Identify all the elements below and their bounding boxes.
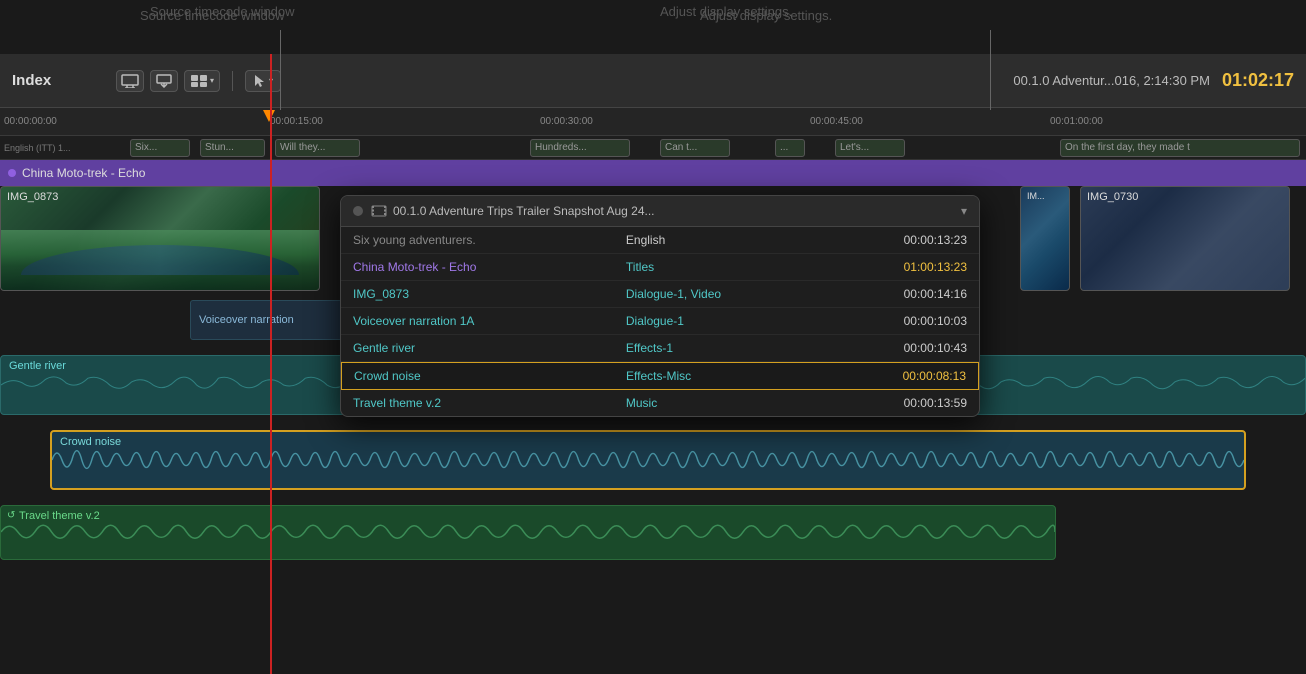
- popup-header: 00.1.0 Adventure Trips Trailer Snapshot …: [341, 196, 979, 227]
- subtitle-segment-3[interactable]: Will they...: [275, 139, 360, 157]
- video-clip-img0873[interactable]: IMG_0873: [0, 186, 320, 291]
- crowd-noise-label: Crowd noise: [60, 436, 121, 448]
- popup-row-3-role: Dialogue-1, Video: [626, 287, 831, 301]
- index-title: Index: [12, 72, 92, 89]
- popup-row-4[interactable]: Voiceover narration 1A Dialogue-1 00:00:…: [341, 308, 979, 335]
- toolbar-separator-1: [232, 71, 233, 91]
- subtitle-segment-5[interactable]: Can t...: [660, 139, 730, 157]
- popup-row-1-time: 00:00:13:23: [831, 233, 967, 247]
- subtitle-segment-2[interactable]: Stun...: [200, 139, 265, 157]
- layout-icon: [190, 74, 208, 88]
- cursor-icon: [253, 74, 267, 88]
- crowd-noise-waveform: [52, 432, 1244, 488]
- video-clip-im[interactable]: IM...: [1020, 186, 1070, 291]
- travel-theme-label: Travel theme v.2: [19, 510, 100, 522]
- popup-row-2[interactable]: China Moto-trek - Echo Titles 01:00:13:2…: [341, 254, 979, 281]
- title-track-label: China Moto-trek - Echo: [22, 166, 145, 180]
- project-timecode: 00.1.0 Adventur...016, 2:14:30 PM: [1013, 73, 1210, 88]
- popup-row-5-role: Effects-1: [626, 341, 831, 355]
- popup-row-1-role: English: [626, 233, 831, 247]
- popup-row-2-name: China Moto-trek - Echo: [353, 260, 626, 274]
- ruler-mark-2: 00:00:30:00: [540, 116, 593, 127]
- playhead-triangle: [263, 110, 275, 122]
- travel-theme-waveform: [1, 506, 1055, 559]
- video-clip-label-img0873: IMG_0873: [7, 191, 58, 203]
- title-track[interactable]: China Moto-trek - Echo: [0, 160, 1306, 186]
- title-track-dot: [8, 169, 16, 177]
- subtitle-segment-1[interactable]: Six...: [130, 139, 190, 157]
- ruler-mark-0: 00:00:00:00: [4, 116, 57, 127]
- layout-dropdown-arrow: ▾: [210, 76, 214, 85]
- playhead-line: [270, 54, 272, 674]
- popup-row-3-time: 00:00:14:16: [831, 287, 967, 301]
- callout-line-adjust: [990, 30, 991, 110]
- popup-row-7-role: Music: [626, 396, 831, 410]
- popup-row-3[interactable]: IMG_0873 Dialogue-1, Video 00:00:14:16: [341, 281, 979, 308]
- subtitle-segment-7[interactable]: Let's...: [835, 139, 905, 157]
- popup-close-dot[interactable]: [353, 206, 363, 216]
- subtitle-segment-6[interactable]: ...: [775, 139, 805, 157]
- toolbar-icons: ▾ ▾: [116, 70, 281, 92]
- popup-row-2-role: Titles: [626, 260, 831, 274]
- cursor-button[interactable]: ▾: [245, 70, 281, 92]
- popup-row-6-role: Effects-Misc: [626, 369, 830, 383]
- subtitle-track-label: English (ITT) 1...: [4, 143, 71, 153]
- crowd-noise-track[interactable]: Crowd noise: [50, 430, 1246, 490]
- popup-row-7-name: Travel theme v.2: [353, 396, 626, 410]
- popup-row-4-role: Dialogue-1: [626, 314, 831, 328]
- subtitle-segment-8[interactable]: On the first day, they made t: [1060, 139, 1300, 157]
- video-clip-img0730[interactable]: IMG_0730: [1080, 186, 1290, 291]
- current-timecode: 01:02:17: [1222, 70, 1294, 91]
- import-icon: [156, 74, 172, 88]
- popup-row-2-time: 01:00:13:23: [831, 260, 967, 274]
- popup-row-6[interactable]: Crowd noise Effects-Misc 00:00:08:13: [341, 362, 979, 390]
- subtitle-track[interactable]: English (ITT) 1... Six... Stun... Will t…: [0, 136, 1306, 160]
- popup-title: 00.1.0 Adventure Trips Trailer Snapshot …: [371, 204, 953, 218]
- popup-row-5-name: Gentle river: [353, 341, 626, 355]
- popup-title-text: 00.1.0 Adventure Trips Trailer Snapshot …: [393, 204, 655, 218]
- film-icon: [371, 205, 387, 217]
- popup-table: Six young adventurers. English 00:00:13:…: [341, 227, 979, 416]
- import-button[interactable]: [150, 70, 178, 92]
- popup-row-7-time: 00:00:13:59: [831, 396, 967, 410]
- narration-label: Voiceover narration: [199, 314, 294, 326]
- popup-row-1-name: Six young adventurers.: [353, 233, 626, 247]
- ruler-mark-1: 00:00:15:00: [270, 116, 323, 127]
- timeline-ruler: 00:00:00:00 00:00:15:00 00:00:30:00 00:0…: [0, 108, 1306, 136]
- popup-row-6-name: Crowd noise: [354, 369, 626, 383]
- popup-row-4-name: Voiceover narration 1A: [353, 314, 626, 328]
- gentle-river-label: Gentle river: [9, 360, 66, 372]
- popup-row-1[interactable]: Six young adventurers. English 00:00:13:…: [341, 227, 979, 254]
- popup-row-6-time: 00:00:08:13: [830, 369, 966, 383]
- toolbar-right: 00.1.0 Adventur...016, 2:14:30 PM 01:02:…: [1013, 70, 1294, 91]
- monitor-button[interactable]: [116, 70, 144, 92]
- monitor-icon: [121, 74, 139, 88]
- annotation-source-timecode-label: Source timecode window: [150, 4, 295, 19]
- layout-button[interactable]: ▾: [184, 70, 220, 92]
- ruler-mark-4: 00:01:00:00: [1050, 116, 1103, 127]
- video-clip-label-im: IM...: [1027, 191, 1045, 201]
- toolbar: Index ▾: [0, 54, 1306, 108]
- ruler-mark-3: 00:00:45:00: [810, 116, 863, 127]
- popup-overlay[interactable]: 00.1.0 Adventure Trips Trailer Snapshot …: [340, 195, 980, 417]
- popup-row-7[interactable]: Travel theme v.2 Music 00:00:13:59: [341, 390, 979, 416]
- callout-line-source: [280, 30, 281, 110]
- annotation-adjust-display-label: Adjust display settings.: [660, 4, 792, 19]
- popup-row-5-time: 00:00:10:43: [831, 341, 967, 355]
- video-clip-label-img0730: IMG_0730: [1087, 191, 1138, 203]
- travel-theme-track[interactable]: ↺ Travel theme v.2: [0, 505, 1056, 560]
- subtitle-segment-4[interactable]: Hundreds...: [530, 139, 630, 157]
- popup-expand-icon[interactable]: ▾: [961, 204, 967, 218]
- popup-row-4-time: 00:00:10:03: [831, 314, 967, 328]
- popup-row-5[interactable]: Gentle river Effects-1 00:00:10:43: [341, 335, 979, 362]
- popup-row-3-name: IMG_0873: [353, 287, 626, 301]
